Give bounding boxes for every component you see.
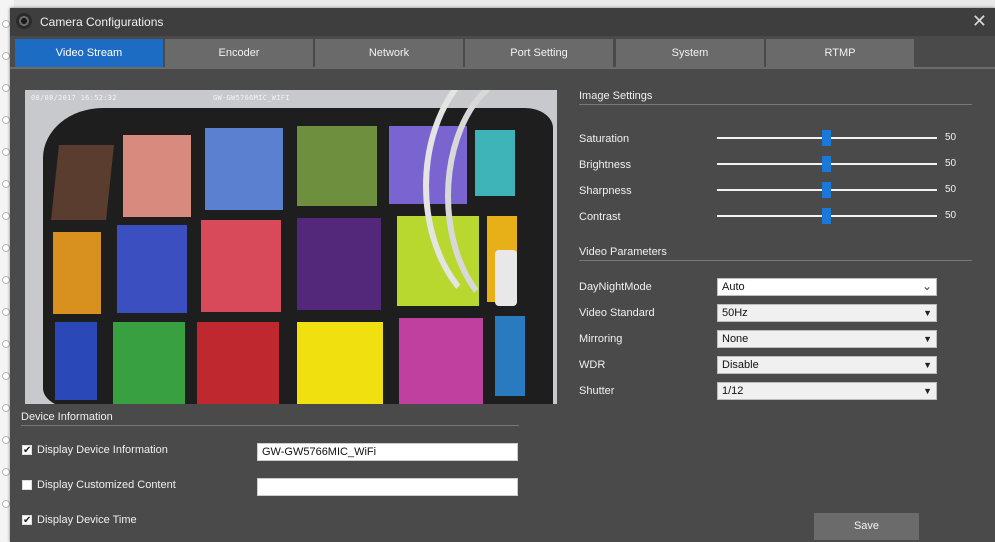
- checkbox-checked-icon[interactable]: ✔: [22, 515, 32, 526]
- section-divider: [579, 260, 972, 261]
- video-standard-select[interactable]: 50Hz ▼: [717, 304, 937, 322]
- tab-divider: [10, 67, 995, 69]
- close-icon[interactable]: ✕: [972, 11, 987, 31]
- dropdown-arrow-icon: ▼: [923, 308, 932, 318]
- tab-encoder[interactable]: Encoder: [165, 39, 313, 67]
- chevron-down-icon: ⌄: [921, 279, 932, 293]
- saturation-label: Saturation: [579, 133, 630, 145]
- camera-lens-icon: [16, 13, 32, 29]
- slider-thumb[interactable]: [822, 130, 831, 146]
- save-button[interactable]: Save: [814, 513, 919, 540]
- mirroring-label: Mirroring: [579, 333, 623, 345]
- contrast-label: Contrast: [579, 211, 621, 223]
- tab-rtmp[interactable]: RTMP: [766, 39, 914, 67]
- tab-port-setting[interactable]: Port Setting: [465, 39, 613, 67]
- video-parameters-title: Video Parameters: [579, 246, 667, 258]
- contrast-slider[interactable]: [717, 208, 937, 224]
- slider-thumb[interactable]: [822, 156, 831, 172]
- device-information-title: Device Information: [21, 411, 113, 423]
- device-info-input[interactable]: GW-GW5766MIC_WiFi: [257, 443, 518, 461]
- wdr-select[interactable]: Disable ▼: [717, 356, 937, 374]
- slider-thumb[interactable]: [822, 208, 831, 224]
- mirroring-select[interactable]: None ▼: [717, 330, 937, 348]
- brightness-label: Brightness: [579, 159, 631, 171]
- image-settings-title: Image Settings: [579, 90, 653, 102]
- daynightmode-select[interactable]: Auto ⌄: [717, 278, 937, 296]
- checkbox-checked-icon[interactable]: ✔: [22, 445, 32, 456]
- brightness-value: 50: [945, 158, 957, 169]
- window-title: Camera Configurations: [40, 15, 164, 29]
- video-standard-label: Video Standard: [579, 307, 655, 319]
- dropdown-arrow-icon: ▼: [923, 334, 932, 344]
- dropdown-arrow-icon: ▼: [923, 386, 932, 396]
- saturation-value: 50: [945, 132, 957, 143]
- slider-thumb[interactable]: [822, 182, 831, 198]
- tab-network[interactable]: Network: [315, 39, 463, 67]
- customized-content-input[interactable]: [257, 478, 518, 496]
- osd-device-name: GW-GW5766MIC_WIFI: [213, 94, 290, 102]
- osd-time: 08/08/2017 16:52:32: [31, 94, 117, 102]
- tab-system[interactable]: System: [616, 39, 764, 67]
- shutter-label: Shutter: [579, 385, 615, 397]
- saturation-slider[interactable]: [717, 130, 937, 146]
- daynightmode-label: DayNightMode: [579, 281, 652, 293]
- sharpness-slider[interactable]: [717, 182, 937, 198]
- dropdown-arrow-icon: ▼: [923, 360, 932, 370]
- sharpness-label: Sharpness: [579, 185, 632, 197]
- sharpness-value: 50: [945, 184, 957, 195]
- checkbox-unchecked-icon[interactable]: [22, 480, 32, 490]
- section-divider: [21, 425, 519, 426]
- title-bar: Camera Configurations ✕: [10, 8, 995, 36]
- tab-video-stream[interactable]: Video Stream: [15, 39, 163, 67]
- brightness-slider[interactable]: [717, 156, 937, 172]
- shutter-select[interactable]: 1/12 ▼: [717, 382, 937, 400]
- wdr-label: WDR: [579, 359, 606, 371]
- section-divider: [579, 104, 972, 105]
- video-preview[interactable]: 08/08/2017 16:52:32 GW-GW5766MIC_WIFI: [25, 90, 557, 404]
- contrast-value: 50: [945, 210, 957, 221]
- camera-config-window: Camera Configurations ✕ Video Stream Enc…: [10, 8, 995, 542]
